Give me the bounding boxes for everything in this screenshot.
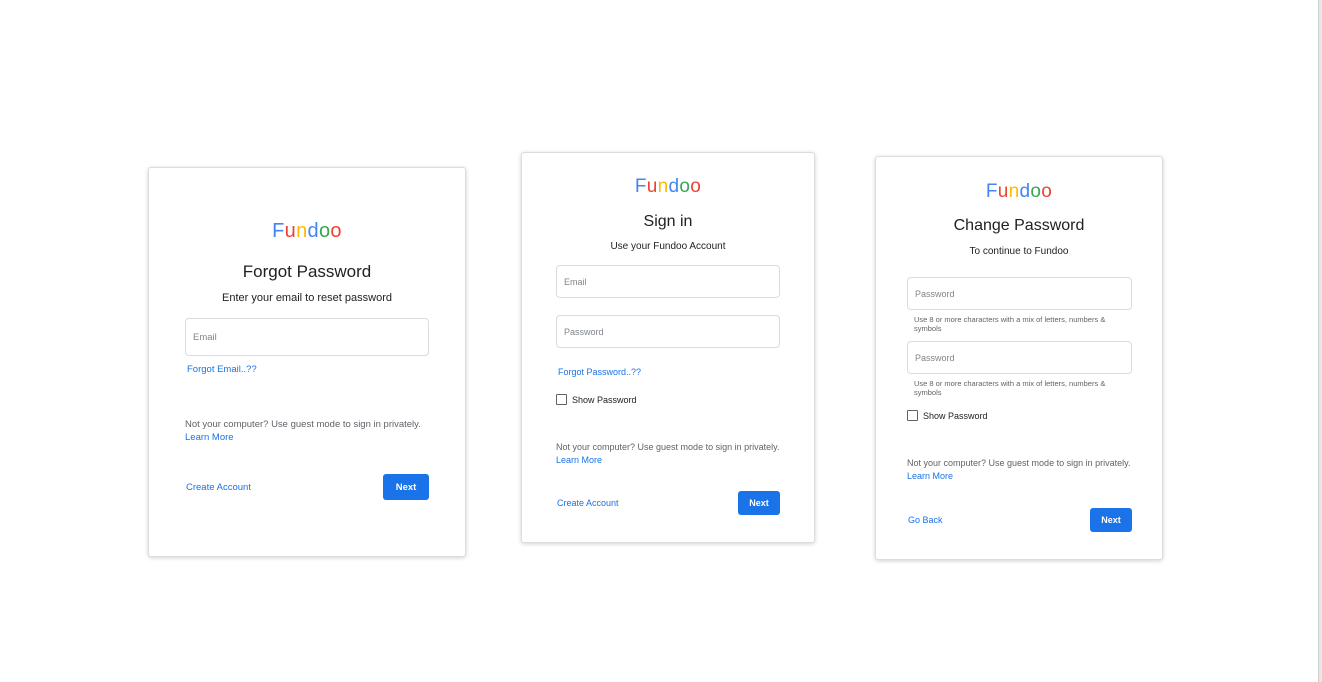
next-button[interactable]: Next [738, 491, 780, 515]
next-button[interactable]: Next [383, 474, 429, 500]
guest-mode-text: Not your computer? Use guest mode to sig… [185, 419, 421, 430]
email-field[interactable] [556, 265, 780, 298]
page-subtitle: Enter your email to reset password [222, 292, 392, 304]
create-account-link[interactable]: Create Account [557, 498, 619, 508]
forgot-email-link[interactable]: Forgot Email..?? [187, 364, 257, 375]
fundoo-logo: Fundoo [272, 220, 342, 242]
fundoo-logo: Fundoo [634, 176, 702, 197]
forgot-password-card: Fundoo Forgot Password Enter your email … [148, 167, 466, 557]
next-button[interactable]: Next [1090, 508, 1132, 532]
page-subtitle: Use your Fundoo Account [610, 241, 726, 252]
go-back-link[interactable]: Go Back [908, 515, 943, 525]
change-password-card: Fundoo Change Password To continue to Fu… [875, 156, 1163, 560]
learn-more-link[interactable]: Learn More [907, 470, 1130, 483]
password-field[interactable] [556, 315, 780, 348]
guest-mode-notice: Not your computer? Use guest mode to sig… [185, 418, 421, 444]
checkbox[interactable] [907, 410, 918, 421]
guest-mode-text: Not your computer? Use guest mode to sig… [556, 442, 780, 452]
confirm-password-hint: Use 8 or more characters with a mix of l… [914, 379, 1106, 397]
show-password-toggle[interactable]: Show Password [907, 410, 988, 421]
page-title: Sign in [643, 213, 693, 230]
scrollbar[interactable] [1318, 0, 1322, 682]
password-hint: Use 8 or more characters with a mix of l… [914, 315, 1106, 333]
forgot-password-link[interactable]: Forgot Password..?? [558, 367, 641, 377]
show-password-label: Show Password [572, 394, 637, 405]
learn-more-link[interactable]: Learn More [556, 454, 779, 467]
show-password-toggle[interactable]: Show Password [556, 394, 637, 405]
page-title: Change Password [953, 217, 1085, 234]
new-password-field[interactable] [907, 277, 1132, 310]
guest-mode-notice: Not your computer? Use guest mode to sig… [907, 457, 1130, 483]
page-title: Forgot Password [242, 262, 372, 281]
guest-mode-notice: Not your computer? Use guest mode to sig… [556, 441, 779, 467]
fundoo-logo: Fundoo [985, 181, 1053, 202]
sign-in-card: Fundoo Sign in Use your Fundoo Account F… [521, 152, 815, 543]
create-account-link[interactable]: Create Account [186, 482, 251, 493]
email-field[interactable] [185, 318, 429, 356]
page-subtitle: To continue to Fundoo [969, 246, 1069, 257]
confirm-password-field[interactable] [907, 341, 1132, 374]
guest-mode-text: Not your computer? Use guest mode to sig… [907, 458, 1131, 468]
learn-more-link[interactable]: Learn More [185, 431, 421, 444]
checkbox[interactable] [556, 394, 567, 405]
show-password-label: Show Password [923, 410, 988, 421]
